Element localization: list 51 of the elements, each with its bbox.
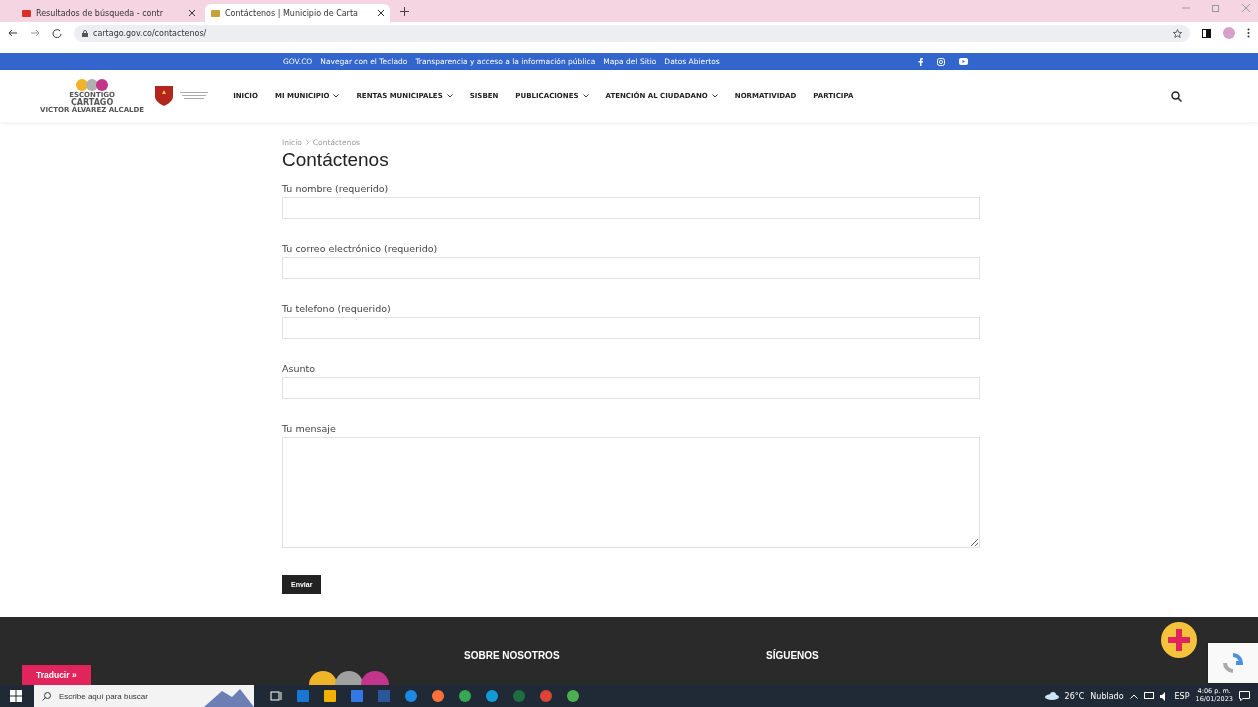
close-icon[interactable] xyxy=(378,10,384,16)
video-icon[interactable] xyxy=(958,58,968,65)
favicon-icon xyxy=(22,9,31,17)
windows-start-icon[interactable] xyxy=(10,690,22,702)
taskbar-search-field[interactable]: Escribe aquí para buscar xyxy=(57,690,182,702)
language-text[interactable]: ESP xyxy=(1174,691,1190,701)
sidebar-icon[interactable] xyxy=(1202,28,1211,38)
input-field[interactable] xyxy=(282,197,980,219)
network-icon[interactable] xyxy=(1143,691,1154,701)
page-title: Contáctenos xyxy=(282,149,390,171)
shield-icon xyxy=(154,85,175,107)
browser-tab[interactable]: Resultados de búsqueda - contr xyxy=(16,4,201,22)
accessibility-plus-icon[interactable] xyxy=(1160,621,1198,659)
message-field[interactable] xyxy=(282,437,980,548)
chevron-up-icon[interactable] xyxy=(1129,693,1138,699)
cloud-icon xyxy=(1044,692,1059,700)
forward-icon[interactable] xyxy=(30,28,40,38)
captcha-icon xyxy=(1222,653,1244,673)
new-tab-icon[interactable] xyxy=(400,6,409,16)
browser-tab[interactable]: Contáctenos | Municipio de Carta xyxy=(205,4,390,22)
facebook-icon[interactable] xyxy=(917,57,923,66)
input-field[interactable] xyxy=(282,257,980,279)
search-icon[interactable] xyxy=(1171,90,1182,102)
address-bar[interactable]: cartago.gov.co/contactenos/ xyxy=(74,24,1190,42)
back-icon[interactable] xyxy=(8,28,18,38)
temperature-text: 26°C xyxy=(1064,691,1085,701)
logo-mark-icon xyxy=(75,78,110,92)
lock-icon xyxy=(82,29,88,37)
field-label: Asunto xyxy=(282,363,317,374)
task-view-icon[interactable] xyxy=(269,689,283,703)
input-field[interactable] xyxy=(282,377,980,399)
input-field[interactable] xyxy=(282,317,980,339)
field-label: Tu telefono (requerido) xyxy=(282,303,392,314)
field-label: Tu nombre (requerido) xyxy=(282,183,390,194)
chevron-icon xyxy=(305,140,309,145)
reload-icon[interactable] xyxy=(52,28,62,38)
footer-heading: SÍGUENOS xyxy=(766,650,819,661)
notification-icon[interactable] xyxy=(1239,691,1250,701)
weather-text: Nublado xyxy=(1090,691,1124,701)
footer-heading: SOBRE NOSOTROS xyxy=(464,650,560,661)
favicon-icon xyxy=(211,9,220,17)
field-label: Tu correo electrónico (requerido) xyxy=(282,243,439,254)
search-icon xyxy=(42,691,51,701)
menu-icon[interactable] xyxy=(1247,28,1250,38)
instagram-icon[interactable] xyxy=(936,57,945,66)
seal-caption-drawing xyxy=(180,91,209,101)
star-icon[interactable] xyxy=(1173,28,1182,38)
translate-button[interactable]: Traducir » xyxy=(22,665,91,685)
close-icon[interactable] xyxy=(189,10,195,16)
taskbar-search-box[interactable]: Escribe aquí para buscar xyxy=(34,685,254,707)
field-label: Tu mensaje xyxy=(282,423,337,434)
